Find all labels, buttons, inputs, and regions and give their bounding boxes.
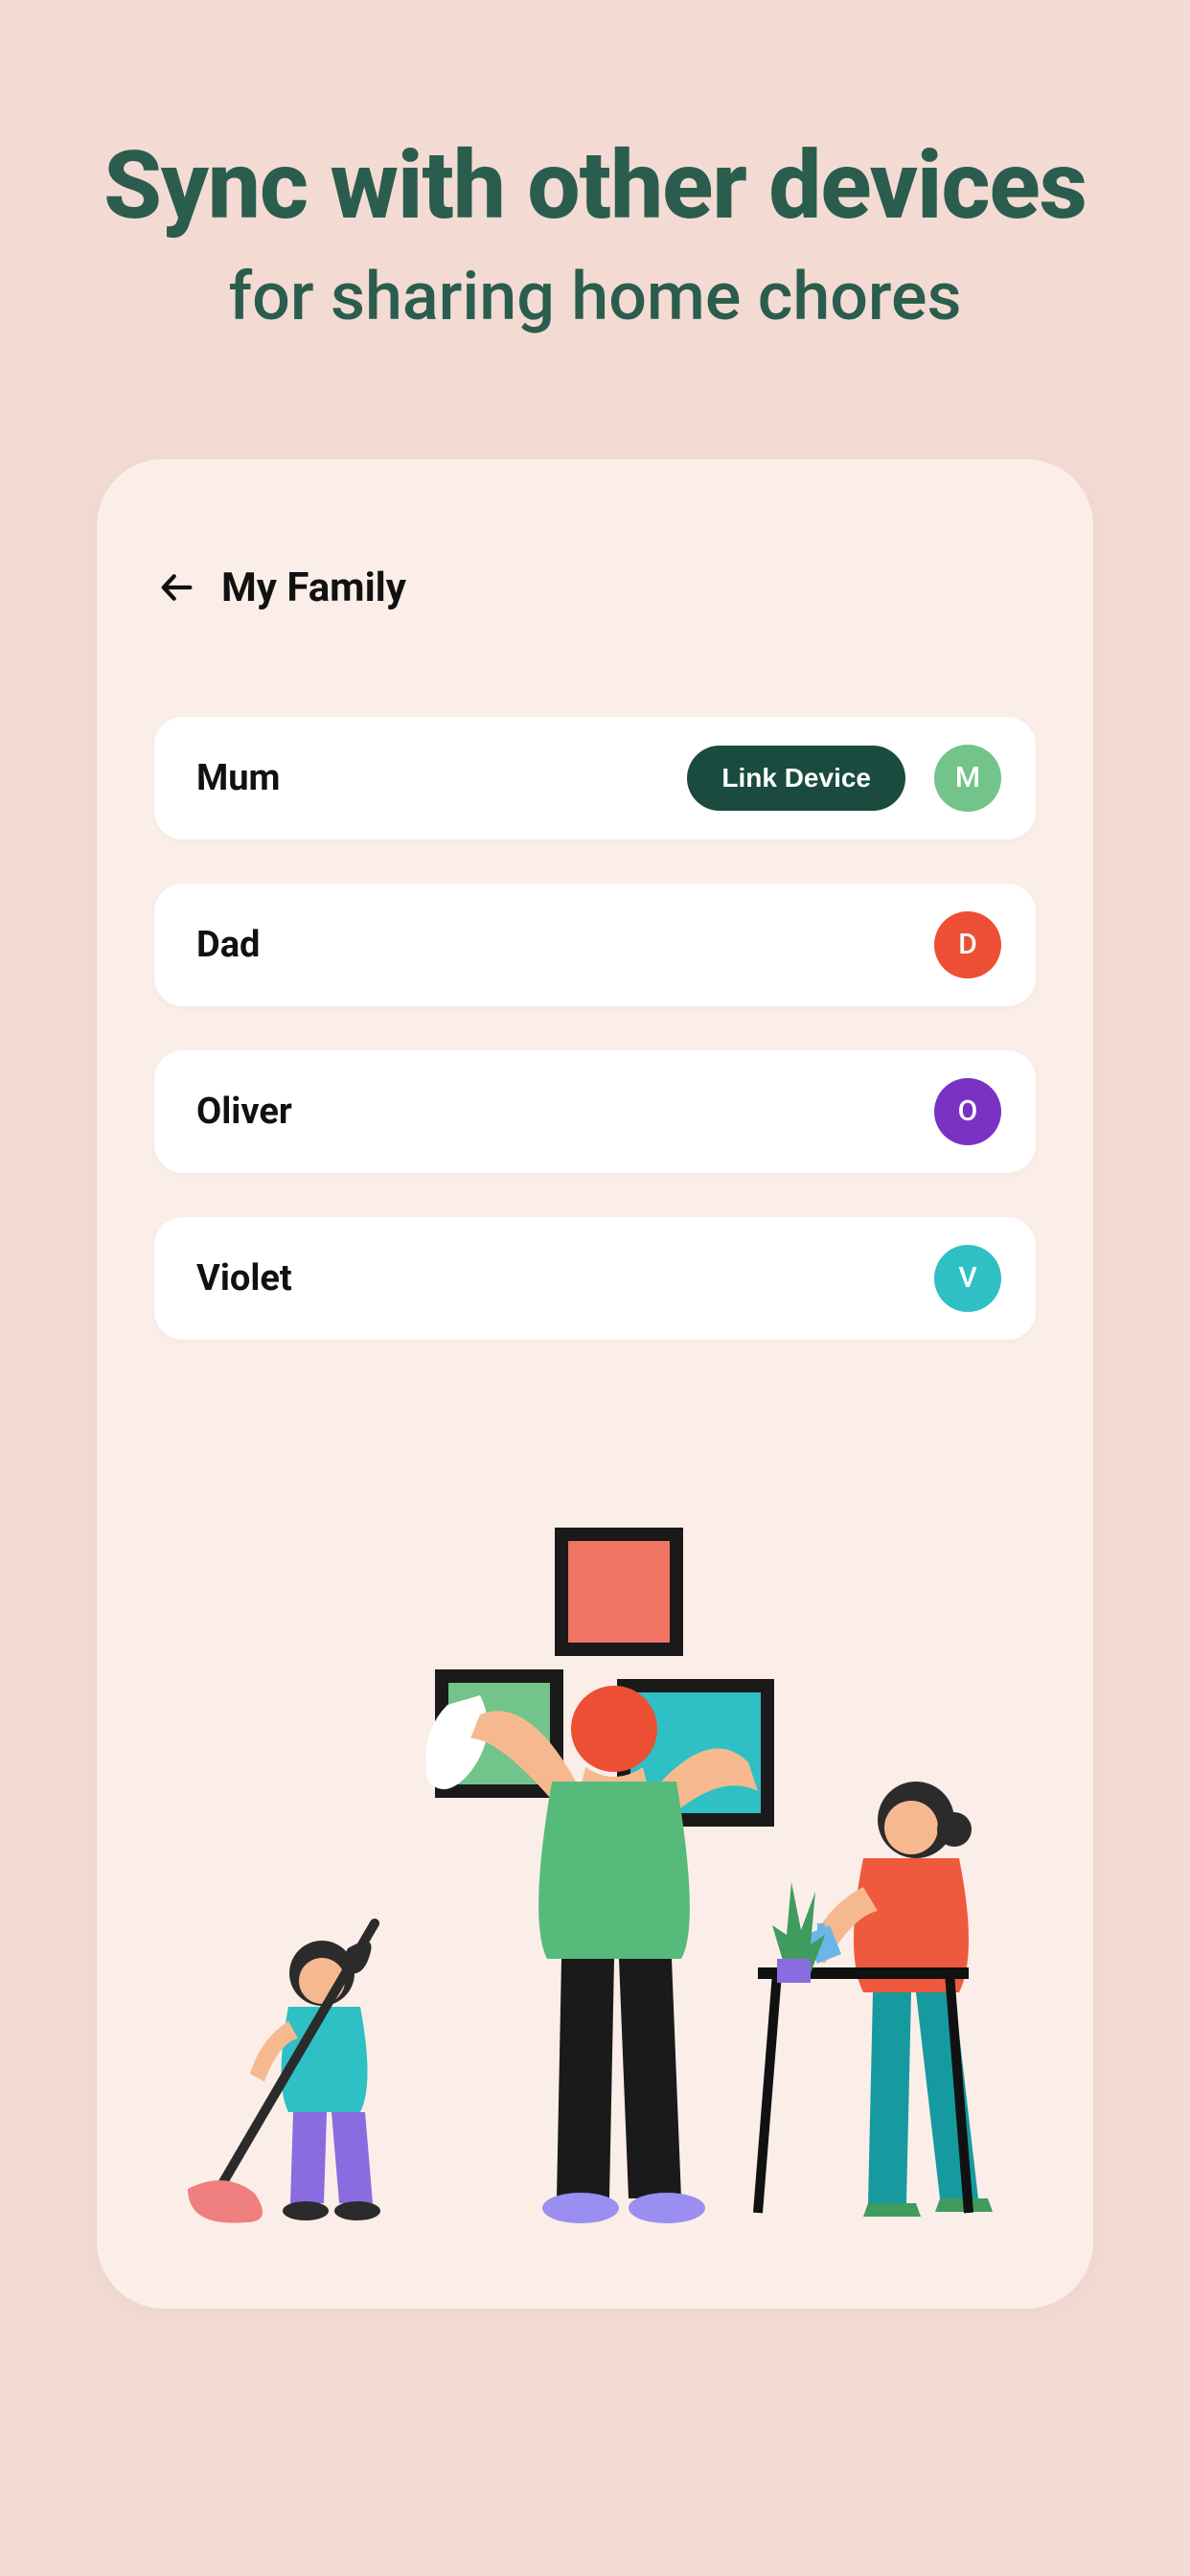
card-header: My Family bbox=[158, 564, 1036, 611]
member-avatar: O bbox=[934, 1078, 1001, 1145]
member-avatar: M bbox=[934, 745, 1001, 812]
member-name: Violet bbox=[196, 1257, 292, 1300]
link-device-button[interactable]: Link Device bbox=[687, 746, 905, 811]
member-name: Mum bbox=[196, 757, 280, 799]
member-row[interactable]: Dad D bbox=[154, 884, 1036, 1006]
member-row[interactable]: Oliver O bbox=[154, 1050, 1036, 1173]
member-name: Oliver bbox=[196, 1091, 292, 1133]
member-avatar: D bbox=[934, 911, 1001, 978]
member-row-right: O bbox=[934, 1078, 1001, 1145]
member-row[interactable]: Violet V bbox=[154, 1217, 1036, 1340]
back-arrow-icon[interactable] bbox=[158, 568, 196, 607]
family-illustration bbox=[97, 1523, 1093, 2251]
member-row-right: Link Device M bbox=[687, 745, 1001, 812]
member-name: Dad bbox=[196, 924, 260, 966]
member-row-right: V bbox=[934, 1245, 1001, 1312]
headline: Sync with other devices bbox=[103, 134, 1087, 238]
promo-screen: Sync with other devices for sharing home… bbox=[0, 0, 1190, 2576]
member-row[interactable]: Mum Link Device M bbox=[154, 717, 1036, 840]
card-title: My Family bbox=[221, 564, 406, 611]
member-row-right: D bbox=[934, 911, 1001, 978]
family-card: My Family Mum Link Device M Dad D Oliver O Viol… bbox=[97, 459, 1093, 2309]
member-avatar: V bbox=[934, 1245, 1001, 1312]
subheadline: for sharing home chores bbox=[228, 261, 961, 334]
member-list: Mum Link Device M Dad D Oliver O Violet V bbox=[154, 717, 1036, 1340]
